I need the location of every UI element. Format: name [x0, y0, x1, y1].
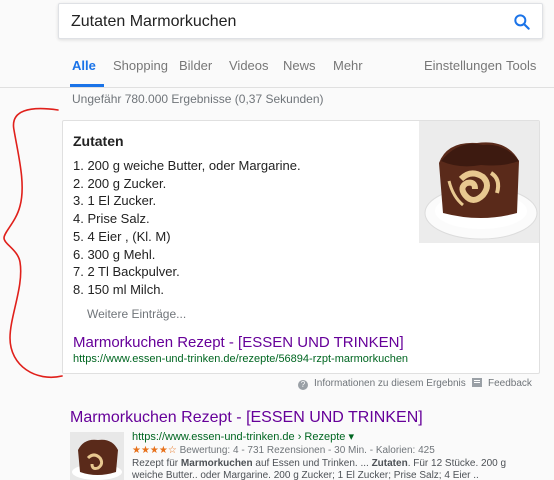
snippet-bold: Marmorkuchen — [180, 458, 253, 469]
rating-details: Bewertung: 4 - 731 Rezensionen - 30 Min.… — [179, 445, 435, 456]
list-item: 5. 4 Eier , (Kl. M) — [73, 228, 171, 244]
result-url[interactable]: https://www.essen-und-trinken.de › Rezep… — [132, 430, 354, 443]
result-stats: Ungefähr 780.000 Ergebnisse (0,37 Sekund… — [72, 92, 324, 106]
tab-mehr[interactable]: Mehr — [333, 58, 363, 73]
featured-result-title[interactable]: Marmorkuchen Rezept - [ESSEN UND TRINKEN… — [73, 334, 404, 351]
feedback-flag-icon — [472, 378, 482, 387]
list-item: 4. Prise Salz. — [73, 211, 150, 227]
result-snippet: Rezept für Marmorkuchen auf Essen und Tr… — [132, 458, 542, 480]
list-item: 1. 200 g weiche Butter, oder Margarine. — [73, 158, 301, 173]
list-item: 3. 1 El Zucker. — [73, 193, 157, 209]
list-item: 2. 200 g Zucker. — [73, 175, 167, 191]
snippet-text: . Für 12 Stücke. 200 g — [407, 458, 507, 469]
tabs-divider — [0, 87, 554, 88]
search-tabs: Alle Shopping Bilder Videos News Mehr Ei… — [58, 56, 548, 84]
marble-cake-image[interactable] — [419, 121, 539, 243]
tab-videos[interactable]: Videos — [229, 58, 269, 73]
rating-stars: ★★★★☆ — [132, 445, 177, 456]
list-item: 6. 300 g Mehl. — [73, 246, 156, 262]
about-result-label: Informationen zu diesem Ergebnis — [314, 378, 466, 389]
tab-tools[interactable]: Tools — [506, 58, 536, 73]
search-input[interactable]: Zutaten Marmorkuchen — [71, 13, 236, 31]
ingredient-list: 1. 200 g weiche Butter, oder Margarine. … — [73, 157, 301, 299]
snippet-bold: Zutaten — [371, 458, 408, 469]
about-result-link[interactable]: ? Informationen zu diesem Ergebnis — [298, 378, 466, 390]
list-item: 7. 2 Tl Backpulver. — [73, 264, 180, 280]
feedback-link[interactable]: Feedback — [472, 378, 532, 389]
question-icon: ? — [298, 380, 308, 390]
snippet-text: auf Essen und Trinken. ... — [252, 458, 372, 469]
snippet-text: Rezept für — [132, 458, 181, 469]
more-entries-link[interactable]: Weitere Einträge... — [87, 307, 186, 321]
snippet-line-1: Rezept für Marmorkuchen auf Essen und Tr… — [132, 458, 542, 470]
result-info-row: ? Informationen zu diesem Ergebnis Feedba… — [0, 378, 554, 392]
featured-snippet: Zutaten 1. 200 g weiche Butter, oder Mar… — [62, 120, 540, 374]
search-icon[interactable] — [512, 12, 532, 32]
tab-shopping[interactable]: Shopping — [113, 58, 168, 73]
result-thumbnail[interactable] — [70, 432, 124, 480]
tab-bilder[interactable]: Bilder — [179, 58, 212, 73]
feedback-label: Feedback — [488, 378, 532, 389]
tab-news[interactable]: News — [283, 58, 316, 73]
tab-alle[interactable]: Alle — [72, 58, 96, 73]
featured-title: Zutaten — [73, 133, 124, 149]
tab-einstellungen[interactable]: Einstellungen — [424, 58, 502, 73]
snippet-line-2: weiche Butter.. oder Margarine. 200 g Zu… — [132, 470, 479, 480]
result-rating: ★★★★☆ Bewertung: 4 - 731 Rezensionen - 3… — [132, 445, 435, 456]
featured-result-url[interactable]: https://www.essen-und-trinken.de/rezepte… — [73, 353, 408, 365]
search-box[interactable]: Zutaten Marmorkuchen — [58, 3, 543, 39]
list-item: 8. 150 ml Milch. — [73, 281, 165, 297]
result-title[interactable]: Marmorkuchen Rezept - [ESSEN UND TRINKEN… — [70, 409, 423, 427]
